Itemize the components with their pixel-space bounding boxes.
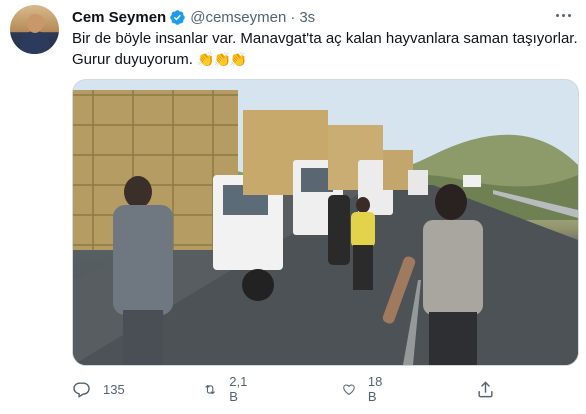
heart-icon bbox=[343, 383, 355, 395]
tweet-card[interactable]: Cem Seymen @cemseymen · 3s Bir de böyle … bbox=[0, 0, 586, 414]
share-icon bbox=[478, 380, 493, 397]
retweet-button[interactable]: 2,1 B bbox=[203, 374, 252, 404]
reply-count: 135 bbox=[103, 381, 125, 397]
tweet-text-line-2-words: Gurur duyuyorum. bbox=[72, 51, 193, 68]
separator-dot: · bbox=[290, 8, 296, 26]
retweet-count: 2,1 B bbox=[229, 374, 248, 404]
avatar-body bbox=[20, 31, 50, 54]
reply-icon bbox=[73, 381, 90, 398]
author-name[interactable]: Cem Seymen bbox=[72, 9, 166, 26]
more-options-icon[interactable] bbox=[552, 6, 574, 24]
avatar[interactable] bbox=[10, 5, 59, 54]
tweet-header: Cem Seymen @cemseymen · 3s bbox=[72, 7, 315, 27]
author-handle[interactable]: @cemseymen bbox=[190, 9, 286, 26]
tweet-text-line-1: Bir de böyle insanlar var. Manavgat'ta a… bbox=[72, 30, 578, 47]
like-button[interactable]: 18 B bbox=[342, 374, 387, 404]
reply-button[interactable]: 135 bbox=[72, 376, 125, 402]
tweet-photo[interactable] bbox=[72, 79, 579, 366]
retweet-icon bbox=[205, 384, 215, 394]
share-button[interactable] bbox=[476, 376, 495, 402]
photo-illustration bbox=[73, 80, 578, 365]
clapping-hands-emoji: 👏👏👏 bbox=[197, 51, 247, 67]
verified-badge-icon bbox=[169, 9, 186, 26]
tweet-text: Bir de böyle insanlar var. Manavgat'ta a… bbox=[72, 29, 578, 70]
like-count: 18 B bbox=[367, 374, 383, 404]
tweet-timestamp[interactable]: 3s bbox=[299, 9, 315, 26]
avatar-head bbox=[27, 14, 43, 33]
tweet-text-line-2: Gurur duyuyorum. 👏👏👏 bbox=[72, 49, 572, 70]
